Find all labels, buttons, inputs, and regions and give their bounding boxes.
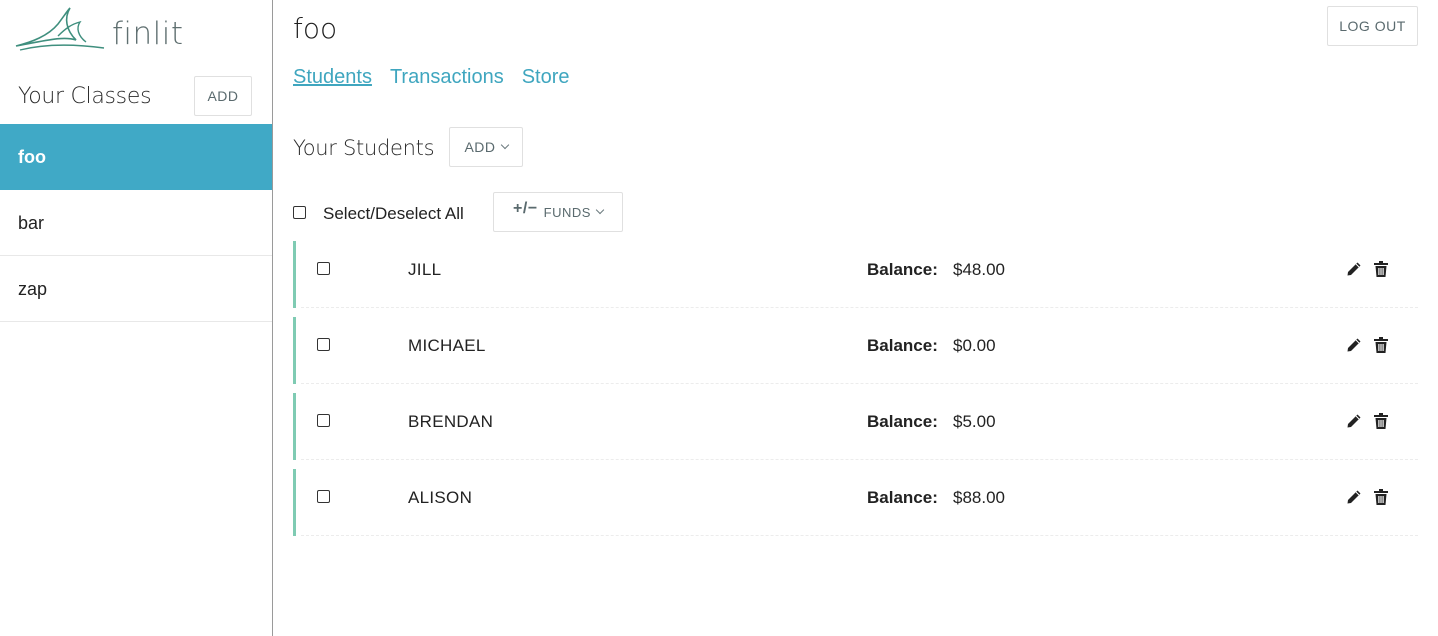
- funds-dropdown-button[interactable]: +/− FUNDS: [493, 192, 623, 232]
- pencil-icon[interactable]: [1346, 261, 1362, 277]
- select-all-label[interactable]: Select/Deselect All: [323, 204, 464, 224]
- logout-button[interactable]: LOG OUT: [1327, 6, 1418, 46]
- student-row: BRENDAN Balance: $5.00: [293, 393, 1418, 469]
- tab-students[interactable]: Students: [293, 66, 372, 89]
- row-divider: [301, 383, 1418, 384]
- balance-label: Balance:: [867, 412, 938, 431]
- tab-bar: Students Transactions Store: [293, 66, 570, 89]
- class-item-foo[interactable]: foo: [0, 124, 272, 190]
- row-accent-bar: [293, 241, 296, 308]
- tab-transactions[interactable]: Transactions: [390, 66, 504, 89]
- balance-label: Balance:: [867, 336, 938, 355]
- balance-label: Balance:: [867, 260, 938, 279]
- balance-value: $5.00: [953, 412, 996, 431]
- trash-icon[interactable]: [1374, 413, 1388, 429]
- student-name: MICHAEL: [408, 336, 486, 355]
- add-student-label: ADD: [464, 139, 496, 155]
- app-logo[interactable]: finlit: [14, 6, 194, 56]
- balance-value: $48.00: [953, 260, 1005, 279]
- main-content: foo LOG OUT Students Transactions Store …: [273, 0, 1438, 636]
- select-all-checkbox[interactable]: [293, 206, 306, 219]
- pencil-icon[interactable]: [1346, 489, 1362, 505]
- add-student-dropdown-button[interactable]: ADD: [449, 127, 523, 167]
- row-divider: [301, 535, 1418, 536]
- row-divider: [301, 307, 1418, 308]
- balance-value: $88.00: [953, 488, 1005, 507]
- student-name: ALISON: [408, 488, 473, 507]
- row-accent-bar: [293, 393, 296, 460]
- row-accent-bar: [293, 317, 296, 384]
- student-checkbox[interactable]: [317, 262, 330, 275]
- student-name: JILL: [408, 260, 442, 279]
- student-checkbox[interactable]: [317, 338, 330, 351]
- page-title: foo: [293, 12, 338, 45]
- row-accent-bar: [293, 469, 296, 536]
- class-item-bar[interactable]: bar: [0, 190, 272, 256]
- balance-label: Balance:: [867, 488, 938, 507]
- student-row: ALISON Balance: $88.00: [293, 469, 1418, 545]
- tab-store[interactable]: Store: [522, 66, 570, 89]
- trash-icon[interactable]: [1374, 337, 1388, 353]
- student-checkbox[interactable]: [317, 414, 330, 427]
- trash-icon[interactable]: [1374, 489, 1388, 505]
- student-row: JILL Balance: $48.00: [293, 241, 1418, 317]
- chevron-down-icon: [500, 140, 509, 150]
- chevron-down-icon: [595, 205, 605, 215]
- pencil-icon[interactable]: [1346, 413, 1362, 429]
- logo-text: finlit: [112, 16, 184, 52]
- classes-header: Your Classes ADD: [18, 76, 258, 116]
- plus-minus-icon: +/−: [513, 200, 538, 217]
- trash-icon[interactable]: [1374, 261, 1388, 277]
- row-divider: [301, 459, 1418, 460]
- class-list: foo bar zap: [0, 124, 272, 322]
- add-class-button[interactable]: ADD: [194, 76, 252, 116]
- class-item-zap[interactable]: zap: [0, 256, 272, 322]
- sidebar: finlit Your Classes ADD foo bar zap: [0, 0, 273, 636]
- shark-fin-logo-icon: [15, 7, 105, 51]
- select-all-row: Select/Deselect All +/− FUNDS: [293, 192, 793, 232]
- students-header: Your Students ADD: [293, 127, 593, 167]
- funds-label: FUNDS: [543, 204, 591, 220]
- students-title: Your Students: [293, 136, 435, 160]
- student-list: JILL Balance: $48.00 MICHAEL Balance: $0…: [293, 241, 1418, 545]
- classes-title: Your Classes: [18, 84, 152, 109]
- balance-value: $0.00: [953, 336, 996, 355]
- student-row: MICHAEL Balance: $0.00: [293, 317, 1418, 393]
- student-checkbox[interactable]: [317, 490, 330, 503]
- pencil-icon[interactable]: [1346, 337, 1362, 353]
- student-name: BRENDAN: [408, 412, 494, 431]
